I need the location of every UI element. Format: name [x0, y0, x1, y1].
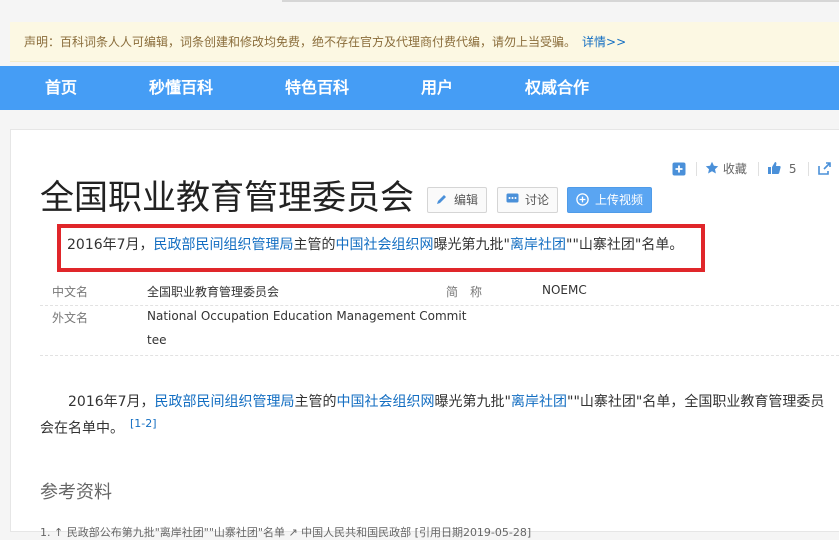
edit-button[interactable]: 编辑: [427, 187, 488, 213]
info-value-foreign-name: National Occupation Education Management…: [147, 309, 467, 323]
info-value-cn-name: 全国职业教育管理委员会: [147, 285, 280, 299]
nav-item-featured[interactable]: 特色百科: [285, 66, 349, 110]
discuss-button[interactable]: 讨论: [497, 187, 559, 213]
link-offshore-society[interactable]: 离岸社团: [510, 237, 566, 253]
add-icon[interactable]: [672, 158, 686, 183]
entry-title: 全国职业教育管理委员会: [40, 178, 414, 218]
toolbar-divider: [696, 162, 697, 176]
link-civil-org-bureau[interactable]: 民政部民间组织管理局: [155, 394, 295, 410]
upload-video-button[interactable]: 上传视频: [567, 187, 653, 213]
entry-summary: 2016年7月，民政部民间组织管理局主管的中国社会组织网曝光第九批"离岸社团""…: [67, 237, 684, 253]
info-value-foreign-name-cont: tee: [147, 333, 167, 347]
toolbar-divider: [758, 162, 759, 176]
link-civil-org-bureau[interactable]: 民政部民间组织管理局: [154, 237, 294, 253]
toolbar-divider: [808, 162, 809, 176]
link-offshore-society[interactable]: 离岸社团: [511, 394, 567, 410]
share-icon[interactable]: [817, 158, 831, 183]
link-china-social-org-net[interactable]: 中国社会组织网: [336, 237, 434, 253]
pencil-icon: [436, 188, 448, 212]
nav-item-miaodong[interactable]: 秒懂百科: [149, 66, 213, 110]
favorite-button[interactable]: 收藏: [705, 158, 747, 180]
nav-item-home[interactable]: 首页: [45, 66, 77, 110]
thumbs-up-icon: [768, 162, 781, 174]
references-heading: 参考资料: [40, 482, 112, 503]
info-value-abbr: NOEMC: [542, 283, 587, 297]
reference-marker[interactable]: [1-2]: [130, 417, 157, 430]
info-label-foreign-name: 外文名: [52, 311, 89, 325]
nav-item-partners[interactable]: 权威合作: [525, 66, 589, 110]
like-count: 5: [788, 162, 797, 176]
star-icon: [705, 161, 719, 174]
info-row: tee: [40, 329, 839, 356]
info-label-abbr: 简称: [446, 285, 495, 299]
info-row: 中文名 全国职业教育管理委员会 简称 NOEMC: [40, 279, 839, 306]
nav-item-users[interactable]: 用户: [421, 66, 453, 110]
top-divider: [282, 0, 839, 2]
disclaimer-text: 声明：百科词条人人可编辑，词条创建和修改均免费，绝不存在官方及代理商付费代编，请…: [24, 35, 577, 49]
disclaimer-details-link[interactable]: 详情>>: [582, 35, 626, 49]
chat-icon: [506, 188, 519, 212]
info-row: 外文名 National Occupation Education Manage…: [40, 305, 839, 331]
plus-circle-icon: [576, 188, 589, 212]
main-nav: 首页 秒懂百科 特色百科 用户 权威合作: [0, 66, 839, 110]
reference-item[interactable]: 1. ↑ 民政部公布第九批"离岸社团""山寨社团"名单 ↗ 中国人民共和国民政部…: [40, 524, 531, 540]
link-china-social-org-net[interactable]: 中国社会组织网: [337, 394, 435, 410]
info-label-cn-name: 中文名: [52, 285, 89, 299]
like-button[interactable]: 5: [767, 158, 796, 180]
disclaimer-banner: 声明：百科词条人人可编辑，词条创建和修改均免费，绝不存在官方及代理商付费代编，请…: [10, 22, 839, 62]
body-paragraph: 2016年7月，民政部民间组织管理局主管的中国社会组织网曝光第九批"离岸社团""…: [40, 394, 825, 437]
